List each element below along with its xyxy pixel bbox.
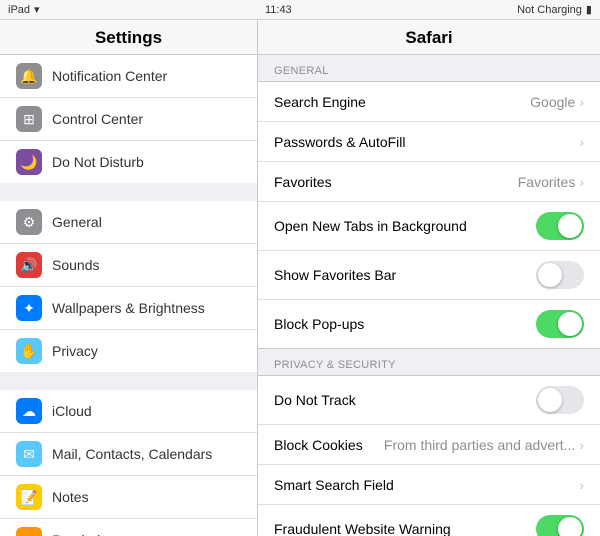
show-favorites-bar-row[interactable]: Show Favorites Bar (258, 251, 600, 300)
passwords-row[interactable]: Passwords & AutoFill › (258, 122, 600, 162)
favorites-label: Favorites (274, 174, 332, 190)
search-engine-value: Google (530, 94, 575, 110)
do-not-track-row[interactable]: Do Not Track (258, 376, 600, 425)
general-section-label: GENERAL (258, 55, 600, 81)
wallpapers-icon: ✦ (16, 295, 42, 321)
mail-icon: ✉ (16, 441, 42, 467)
open-new-tabs-toggle[interactable] (536, 212, 584, 240)
open-new-tabs-knob (558, 214, 582, 238)
passwords-label: Passwords & AutoFill (274, 134, 406, 150)
sounds-label: Sounds (52, 257, 99, 273)
block-popups-label: Block Pop-ups (274, 316, 364, 332)
icloud-label: iCloud (52, 403, 92, 419)
battery-icon: ▮ (586, 3, 592, 16)
sidebar-item-control-center[interactable]: ⊞ Control Center (0, 98, 257, 141)
block-cookies-row[interactable]: Block Cookies From third parties and adv… (258, 425, 600, 465)
reminders-label: Reminders (52, 532, 120, 536)
fraudulent-warning-toggle[interactable] (536, 515, 584, 536)
control-center-icon: ⊞ (16, 106, 42, 132)
wallpapers-label: Wallpapers & Brightness (52, 300, 205, 316)
notification-center-icon: 🔔 (16, 63, 42, 89)
battery-label: Not Charging (517, 4, 582, 16)
sidebar-item-reminders[interactable]: ≡ Reminders (0, 519, 257, 536)
smart-search-chevron: › (579, 477, 584, 493)
smart-search-label: Smart Search Field (274, 477, 394, 493)
block-cookies-value: From third parties and advert... (384, 437, 575, 453)
sidebar-item-notification-center[interactable]: 🔔 Notification Center (0, 55, 257, 98)
do-not-track-label: Do Not Track (274, 392, 356, 408)
favorites-right: Favorites › (518, 174, 584, 190)
smart-search-row[interactable]: Smart Search Field › (258, 465, 600, 505)
notes-label: Notes (52, 489, 89, 505)
block-cookies-label: Block Cookies (274, 437, 363, 453)
sidebar-item-privacy[interactable]: ✋ Privacy (0, 330, 257, 372)
control-center-label: Control Center (52, 111, 143, 127)
sidebar-item-mail[interactable]: ✉ Mail, Contacts, Calendars (0, 433, 257, 476)
notes-icon: 📝 (16, 484, 42, 510)
favorites-value: Favorites (518, 174, 576, 190)
search-engine-right: Google › (530, 94, 584, 110)
right-panel: Safari GENERAL Search Engine Google › Pa… (258, 20, 600, 536)
separator-1 (0, 183, 257, 201)
favorites-row[interactable]: Favorites Favorites › (258, 162, 600, 202)
privacy-section-label: PRIVACY & SECURITY (258, 349, 600, 375)
right-panel-title: Safari (258, 20, 600, 55)
open-new-tabs-row[interactable]: Open New Tabs in Background (258, 202, 600, 251)
show-favorites-bar-label: Show Favorites Bar (274, 267, 396, 283)
privacy-settings-group: Do Not Track Block Cookies From third pa… (258, 375, 600, 536)
mail-label: Mail, Contacts, Calendars (52, 446, 212, 462)
block-cookies-right: From third parties and advert... › (384, 437, 584, 453)
sounds-icon: 🔊 (16, 252, 42, 278)
block-popups-row[interactable]: Block Pop-ups (258, 300, 600, 348)
sidebar-item-general[interactable]: ⚙ General (0, 201, 257, 244)
block-cookies-chevron: › (579, 437, 584, 453)
search-engine-chevron: › (579, 94, 584, 110)
sidebar-item-wallpapers[interactable]: ✦ Wallpapers & Brightness (0, 287, 257, 330)
smart-search-right: › (579, 477, 584, 493)
favorites-chevron: › (579, 174, 584, 190)
status-bar: iPad ▾ 11:43 Not Charging ▮ (0, 0, 600, 20)
sidebar-group-1: 🔔 Notification Center ⊞ Control Center 🌙… (0, 55, 257, 183)
sidebar: Settings 🔔 Notification Center ⊞ Control… (0, 20, 258, 536)
reminders-icon: ≡ (16, 527, 42, 536)
status-left: iPad ▾ (8, 3, 40, 16)
sidebar-title: Settings (0, 20, 257, 55)
main-layout: Settings 🔔 Notification Center ⊞ Control… (0, 20, 600, 536)
wifi-icon: ▾ (34, 3, 40, 16)
fraudulent-warning-knob (558, 517, 582, 536)
sidebar-group-2: ⚙ General 🔊 Sounds ✦ Wallpapers & Bright… (0, 201, 257, 372)
do-not-disturb-icon: 🌙 (16, 149, 42, 175)
show-favorites-bar-knob (538, 263, 562, 287)
do-not-track-toggle[interactable] (536, 386, 584, 414)
sidebar-item-sounds[interactable]: 🔊 Sounds (0, 244, 257, 287)
status-time: 11:43 (265, 4, 292, 16)
general-label: General (52, 214, 102, 230)
block-popups-knob (558, 312, 582, 336)
privacy-label: Privacy (52, 343, 98, 359)
sidebar-group-3: ☁ iCloud ✉ Mail, Contacts, Calendars 📝 N… (0, 390, 257, 536)
search-engine-label: Search Engine (274, 94, 366, 110)
fraudulent-warning-row[interactable]: Fraudulent Website Warning (258, 505, 600, 536)
general-settings-group: Search Engine Google › Passwords & AutoF… (258, 81, 600, 349)
open-new-tabs-label: Open New Tabs in Background (274, 218, 467, 234)
search-engine-row[interactable]: Search Engine Google › (258, 82, 600, 122)
passwords-right: › (579, 134, 584, 150)
privacy-icon: ✋ (16, 338, 42, 364)
passwords-chevron: › (579, 134, 584, 150)
general-icon: ⚙ (16, 209, 42, 235)
fraudulent-warning-label: Fraudulent Website Warning (274, 521, 451, 536)
block-popups-toggle[interactable] (536, 310, 584, 338)
separator-2 (0, 372, 257, 390)
sidebar-item-notes[interactable]: 📝 Notes (0, 476, 257, 519)
do-not-track-knob (538, 388, 562, 412)
do-not-disturb-label: Do Not Disturb (52, 154, 144, 170)
show-favorites-bar-toggle[interactable] (536, 261, 584, 289)
icloud-icon: ☁ (16, 398, 42, 424)
sidebar-item-do-not-disturb[interactable]: 🌙 Do Not Disturb (0, 141, 257, 183)
status-right: Not Charging ▮ (517, 3, 592, 16)
notification-center-label: Notification Center (52, 68, 167, 84)
ipad-label: iPad (8, 4, 30, 16)
sidebar-item-icloud[interactable]: ☁ iCloud (0, 390, 257, 433)
